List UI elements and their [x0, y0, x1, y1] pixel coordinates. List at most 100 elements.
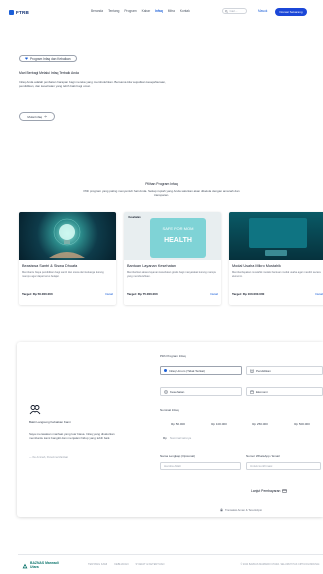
testimonial-heading: Bakti Langsung Kebaikan Kami [29, 420, 71, 424]
footer-logo[interactable]: BAZNAS Marwadi Utara [22, 561, 59, 570]
hero-badge: Program Infaq dan Kebaikan [19, 55, 77, 62]
contact-placeholder: Untuk konfirmasi [250, 464, 273, 468]
top-navbar: FTRB Beranda Tentang Program Kabar Infaq… [0, 0, 323, 24]
option-infaq-umum[interactable]: Infaq Umum (Tidak Terikat) [160, 366, 242, 375]
program-card-health[interactable]: SAFE FOR MOM HEALTH Kesehatan Bantuan La… [124, 212, 221, 305]
lock-icon [220, 508, 223, 512]
option-pendidikan[interactable]: Pendidikan [246, 366, 323, 375]
amount-value: Rp 100.000 [211, 421, 227, 426]
heart-icon [25, 57, 28, 60]
search-icon [225, 9, 228, 13]
currency-prefix: Rp [163, 436, 167, 440]
option-label: Infaq Umum (Tidak Terikat) [169, 368, 206, 373]
card-title: Bantuan Layanan Kesehatan [127, 264, 176, 268]
menu-item-kontak[interactable]: Kontak [180, 9, 190, 13]
program-card-business[interactable]: Modal Usaha Mikro Mustahik Memberdayakan… [229, 212, 323, 305]
login-link[interactable]: Masuk [258, 9, 267, 13]
continue-payment-label: Lanjut Pembayaran [251, 489, 281, 493]
radio-selected-icon [164, 369, 167, 372]
menu-item-tentang[interactable]: Tentang [108, 9, 119, 13]
payment-card-icon [282, 489, 288, 493]
tablet-icon [249, 218, 307, 256]
card-target: Target: Rp 100.000.000 [232, 292, 265, 296]
option-label: Kesehatan [170, 389, 185, 394]
card-title: Beasiswa Santri & Siswa Dhuafa [22, 264, 78, 268]
store-icon [250, 389, 254, 394]
footer-copyright: © 2024 BAZNAS MARWADI UTARA. SELURUH HAK… [240, 563, 320, 566]
main-menu: Beranda Tentang Program Kabar Infaq Mitr… [91, 9, 190, 13]
start-infaq-button[interactable]: Mulai Infaq [19, 112, 55, 121]
amount-option-250k[interactable]: Rp 250.000 [242, 420, 278, 427]
health-image: SAFE FOR MOM HEALTH Kesehatan [124, 212, 221, 260]
menu-item-mitra[interactable]: Mitra [168, 9, 175, 13]
program-card-scholarship[interactable]: Beasiswa Santri & Siswa Dhuafa Membantu … [19, 212, 116, 305]
contact-label: Nomor WhatsApp / Email [246, 454, 280, 458]
option-ekonomi[interactable]: Ekonomi [246, 387, 323, 396]
option-label: Ekonomi [256, 389, 268, 394]
business-image [229, 212, 323, 260]
health-sign-icon: SAFE FOR MOM HEALTH [150, 218, 206, 258]
programs-subtitle: Pilih program yang paling menyentuh hati… [83, 189, 240, 198]
amount-label: Nominal Infaq [160, 408, 179, 412]
card-description: Memberikan akses layanan kesehatan grati… [127, 271, 217, 278]
testimonial-text: Saya merasakan manfaat yang luar biasa. … [29, 432, 115, 441]
amount-option-500k[interactable]: Rp 500.000 [283, 420, 321, 427]
book-icon [250, 369, 254, 373]
amount-option-100k[interactable]: Rp 100.000 [201, 420, 237, 427]
card-description: Memberdayakan mustahik melalui bantuan m… [232, 271, 321, 278]
secure-note: Transaksi Aman & Terenkripsi [220, 508, 323, 512]
footer-divider [18, 554, 323, 555]
program-select-label: Pilih Program Infaq [160, 354, 186, 358]
secure-note-text: Transaksi Aman & Terenkripsi [225, 508, 262, 512]
donate-now-button[interactable]: Donasi Sekarang [275, 7, 307, 16]
footer-links: TENTANG KAMI KEBIJAKAN SYARAT & KETENTUA… [88, 563, 164, 566]
footer-link-about[interactable]: TENTANG KAMI [88, 563, 107, 566]
continue-payment-button[interactable]: Lanjut Pembayaran [251, 489, 288, 493]
hero-description: Infaq Anda adalah jembatan harapan bagi … [19, 80, 166, 89]
handshake-icon [29, 405, 41, 415]
hero-title: Mari Berbagi Melalui Infaq Terbaik Anda [19, 71, 79, 75]
name-input[interactable]: Hamba Allah [160, 462, 241, 470]
custom-amount-input[interactable]: Rp Nominal lainnya [160, 434, 321, 442]
contact-input[interactable]: Untuk konfirmasi [246, 462, 321, 470]
menu-item-beranda[interactable]: Beranda [91, 9, 103, 13]
baznas-logo-icon [22, 563, 28, 569]
footer-link-terms[interactable]: SYARAT & KETENTUAN [136, 563, 165, 566]
site-logo[interactable]: FTRB [9, 9, 30, 15]
name-label: Nama Lengkap (Opsional) [160, 454, 196, 458]
amount-option-50k[interactable]: Rp 50.000 [160, 420, 196, 427]
option-label: Pendidikan [256, 368, 271, 373]
lightbulb-icon [49, 218, 85, 258]
card-detail-link[interactable]: Detail [105, 292, 113, 296]
menu-item-infaq[interactable]: Infaq [155, 9, 163, 13]
card-title: Modal Usaha Mikro Mustahik [232, 264, 281, 268]
logo-text: FTRB [16, 9, 30, 15]
medical-icon [164, 389, 168, 394]
card-target: Target: Rp 75.000.000 [127, 292, 158, 296]
card-detail-link[interactable]: Detail [210, 292, 218, 296]
menu-item-kabar[interactable]: Kabar [142, 9, 151, 13]
footer-link-policy[interactable]: KEBIJAKAN [114, 563, 128, 566]
name-placeholder: Hamba Allah [164, 464, 182, 468]
custom-amount-placeholder: Nominal lainnya [169, 436, 192, 440]
card-target: Target: Rp 50.000.000 [22, 292, 53, 296]
testimonial-author: — Ibu Aminah, Penerima Manfaat [29, 456, 68, 459]
card-description: Membantu biaya pendidikan bagi santri da… [22, 271, 104, 278]
amount-value: Rp 50.000 [171, 421, 185, 426]
arrow-right-icon [43, 115, 47, 118]
health-image-line2: HEALTH [164, 237, 192, 244]
hero-badge-label: Program Infaq dan Kebaikan [30, 56, 71, 61]
programs-title: Pilihan Program Infaq [145, 182, 178, 186]
scholarship-image [19, 212, 116, 260]
card-detail-link[interactable]: Detail [315, 292, 323, 296]
option-kesehatan[interactable]: Kesehatan [160, 387, 242, 396]
amount-value: Rp 250.000 [252, 421, 268, 426]
menu-item-program[interactable]: Program [124, 9, 136, 13]
search-input[interactable]: Cari... [222, 8, 247, 14]
footer-brand-line2: Utara [30, 564, 39, 569]
amount-value: Rp 500.000 [294, 421, 310, 426]
search-placeholder: Cari... [229, 9, 238, 13]
logo-icon [9, 9, 14, 15]
card-tag: Kesehatan [128, 215, 141, 219]
health-image-line1: SAFE FOR MOM [163, 226, 194, 231]
